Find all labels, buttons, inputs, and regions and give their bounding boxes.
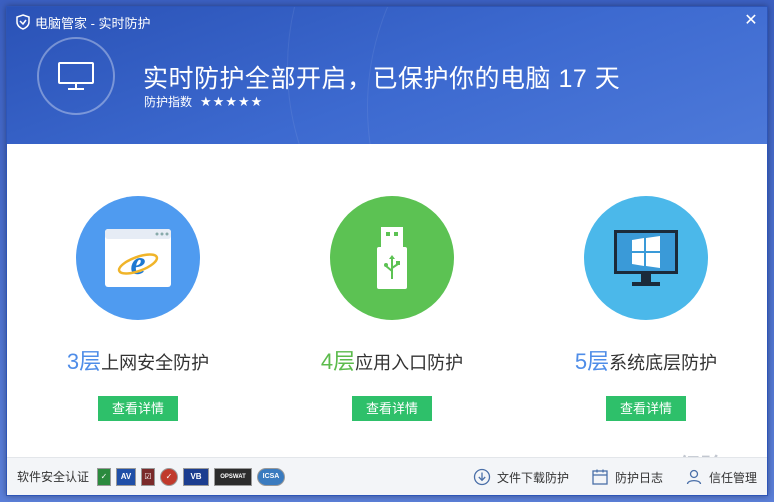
cert-badge-icon[interactable]: ✓ [160,467,179,486]
opswat-badge-icon[interactable]: OPSWAT [214,467,253,486]
shield-logo-icon [16,14,30,30]
cert-badge-icon[interactable]: ☑ [141,467,156,486]
protection-headline: 实时防护全部开启，已保护你的电脑 17 天 [143,65,621,93]
feature-name: 系统底层防护 [609,353,718,373]
monitor-icon [58,62,94,90]
user-icon [686,469,702,485]
feature-title: 3层 上网安全防护 [38,344,238,376]
feature-name: 应用入口防护 [355,353,464,373]
view-details-button[interactable]: 查看详情 [352,396,432,421]
usb-drive-icon [377,227,407,289]
feature-system-protection: 5层 系统底层防护 查看详情 [546,196,746,421]
protection-index-label: 防护指数 [144,95,193,109]
protection-log-link[interactable]: 防护日志 [591,468,663,486]
feature-app-entry-protection: 4层 应用入口防护 查看详情 [292,196,492,421]
view-details-button[interactable]: 查看详情 [606,396,686,421]
footer-bar: 软件安全认证 ✓ AV ☑ ✓ VB OPSWAT ICSA 文件下载防护 防护… [7,457,767,495]
svg-text:e: e [130,245,145,282]
certification-label: 软件安全认证 [17,470,90,484]
feature-circle [330,196,454,320]
feature-title: 4层 应用入口防护 [292,344,492,376]
rating-stars: ★★★★★ [200,93,264,109]
layer-count: 3层 [66,349,102,374]
view-details-button[interactable]: 查看详情 [98,396,178,421]
vb100-badge-icon[interactable]: VB [183,467,210,486]
trust-management-link[interactable]: 信任管理 [685,468,757,486]
file-download-protection-link[interactable]: 文件下载防护 [473,468,569,486]
monitor-badge [37,37,115,115]
file-download-protection-label: 文件下载防护 [496,470,569,485]
trust-management-label: 信任管理 [708,470,757,485]
title-bar[interactable]: 电脑管家 - 实时防护 [7,7,767,37]
main-window: 电脑管家 - 实时防护 ✕ 实时防护全部开启，已保护你的电脑 17 天 防护指数… [6,6,768,496]
calendar-icon [592,469,608,485]
download-icon [473,468,491,486]
feature-circle [584,196,708,320]
av-test-badge-icon[interactable]: AV [116,467,137,486]
feature-name: 上网安全防护 [101,353,210,373]
feature-web-protection: e 3层 上网安全防护 查看详情 [38,196,238,421]
protection-index: 防护指数 ★★★★★ [144,93,263,110]
layer-count: 4层 [320,349,356,374]
close-button[interactable]: ✕ [743,13,759,29]
layer-count: 5层 [574,349,610,374]
ie-browser-icon: e [105,229,171,287]
icsa-labs-badge-icon[interactable]: ICSA [257,467,286,486]
windows-monitor-icon [614,230,678,286]
window-title: 电脑管家 - 实时防护 [35,15,151,31]
feature-circle: e [76,196,200,320]
footer-links: 文件下载防护 防护日志 信任管理 [451,458,757,495]
feature-title: 5层 系统底层防护 [546,344,746,376]
cert-badge-icon[interactable]: ✓ [97,467,112,486]
header-banner: 电脑管家 - 实时防护 ✕ 实时防护全部开启，已保护你的电脑 17 天 防护指数… [7,7,767,144]
protection-log-label: 防护日志 [614,470,663,485]
